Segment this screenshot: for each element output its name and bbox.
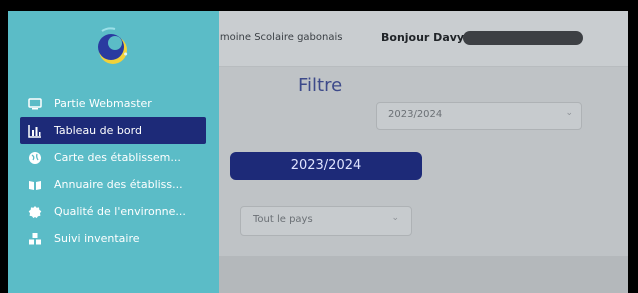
sidebar-item-label: Tableau de bord bbox=[54, 124, 142, 137]
sidebar: ● Partie Webmaster Tableau de bord Carte… bbox=[8, 11, 219, 293]
app-logo: ● bbox=[98, 27, 128, 64]
svg-text:●: ● bbox=[124, 51, 128, 56]
selected-year-badge: 2023/2024 bbox=[230, 152, 422, 180]
sidebar-item-webmaster[interactable]: Partie Webmaster bbox=[20, 90, 206, 117]
book-icon bbox=[28, 178, 42, 192]
year-select-value: 2023/2024 bbox=[388, 109, 443, 120]
sidebar-item-inventory[interactable]: Suivi inventaire bbox=[20, 225, 206, 252]
chevron-down-icon: ⌄ bbox=[565, 108, 573, 118]
region-select[interactable]: Tout le pays ⌄ bbox=[240, 206, 412, 236]
sidebar-item-label: Annuaire des établiss... bbox=[54, 178, 183, 191]
region-select-value: Tout le pays bbox=[253, 214, 313, 225]
sidebar-item-label: Carte des établissem... bbox=[54, 151, 181, 164]
monitor-icon bbox=[28, 97, 42, 111]
globe-icon bbox=[28, 151, 42, 165]
sidebar-item-label: Qualité de l'environne... bbox=[54, 205, 186, 218]
breadcrumb: rimoine Scolaire gabonais bbox=[213, 32, 343, 43]
app-screen: rimoine Scolaire gabonais Bonjour Davy F… bbox=[8, 11, 628, 293]
sidebar-item-map[interactable]: Carte des établissem... bbox=[20, 144, 206, 171]
user-greeting: Bonjour Davy bbox=[381, 31, 465, 44]
filter-title: Filtre bbox=[298, 75, 343, 96]
sidebar-item-dashboard[interactable]: Tableau de bord bbox=[20, 117, 206, 144]
sidebar-item-label: Partie Webmaster bbox=[54, 97, 152, 110]
sidebar-item-directory[interactable]: Annuaire des établiss... bbox=[20, 171, 206, 198]
bar-chart-icon bbox=[28, 124, 42, 138]
sidebar-item-label: Suivi inventaire bbox=[54, 232, 140, 245]
year-select[interactable]: 2023/2024 ⌄ bbox=[376, 102, 582, 130]
boxes-icon bbox=[28, 232, 42, 246]
sidebar-item-environment[interactable]: Qualité de l'environne... bbox=[20, 198, 206, 225]
badge-icon bbox=[28, 205, 42, 219]
chevron-down-icon: ⌄ bbox=[391, 213, 399, 223]
sidebar-menu: Partie Webmaster Tableau de bord Carte d… bbox=[8, 90, 219, 252]
redacted-name bbox=[463, 31, 583, 45]
